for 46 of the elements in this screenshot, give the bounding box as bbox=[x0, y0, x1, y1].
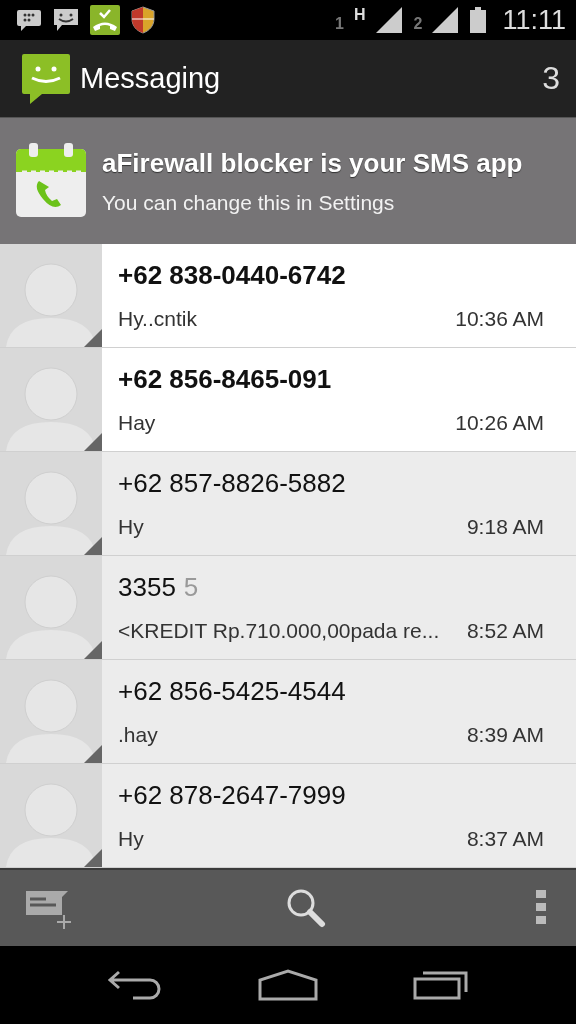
clock: 11:11 bbox=[502, 4, 566, 36]
conversation-row[interactable]: +62 838-0440-6742 Hy..cntik 10:36 AM bbox=[0, 244, 576, 348]
app-icon[interactable] bbox=[22, 53, 70, 104]
message-time: 8:39 AM bbox=[466, 723, 544, 747]
shield-icon bbox=[130, 6, 156, 34]
unread-count: 3 bbox=[542, 60, 560, 97]
message-snippet: Hy bbox=[118, 827, 144, 851]
sim-label: 1 bbox=[335, 15, 344, 33]
message-time: 8:52 AM bbox=[466, 619, 544, 643]
message-time: 8:37 AM bbox=[466, 827, 544, 851]
missed-call-icon bbox=[90, 5, 120, 35]
signal-icon bbox=[432, 7, 461, 33]
contact-name: +62 856-5425-4544 bbox=[118, 676, 346, 707]
app-title: Messaging bbox=[80, 62, 222, 95]
signal-icon bbox=[375, 7, 404, 33]
calendar-phone-icon bbox=[14, 143, 88, 219]
conversation-row[interactable]: +62 856-8465-091 Hay 10:26 AM bbox=[0, 348, 576, 452]
contact-name: +62 878-2647-7999 bbox=[118, 780, 346, 811]
message-time: 10:36 AM bbox=[455, 307, 544, 331]
message-time: 9:18 AM bbox=[466, 515, 544, 539]
smiley-message-icon bbox=[52, 7, 80, 33]
contact-name: +62 857-8826-5882 bbox=[118, 468, 346, 499]
banner-subtitle: You can change this in Settings bbox=[102, 190, 396, 215]
message-snippet: .hay bbox=[118, 723, 158, 747]
bbm-icon bbox=[16, 8, 42, 32]
conversation-row[interactable]: +62 856-5425-4544 .hay 8:39 AM bbox=[0, 660, 576, 764]
message-time: 10:26 AM bbox=[455, 411, 544, 435]
home-icon[interactable] bbox=[258, 969, 318, 1001]
message-snippet: Hy bbox=[118, 515, 144, 539]
contact-name: 3355 bbox=[118, 572, 176, 603]
message-snippet: Hy..cntik bbox=[118, 307, 197, 331]
contact-name: +62 856-8465-091 bbox=[118, 364, 332, 395]
conversation-row[interactable]: +62 857-8826-5882 Hy 9:18 AM bbox=[0, 452, 576, 556]
overflow-menu-icon[interactable] bbox=[536, 890, 546, 926]
sim-label: 2 bbox=[413, 15, 423, 33]
conversation-row[interactable]: +62 878-2647-7999 Hy 8:37 AM bbox=[0, 764, 576, 868]
network-type: H bbox=[353, 6, 366, 24]
conversation-row[interactable]: 3355 5 <KREDIT Rp.710.000,00pada re... 8:52 AM bbox=[0, 556, 576, 660]
contact-name: +62 838-0440-6742 bbox=[118, 260, 346, 291]
message-snippet: Hay bbox=[118, 411, 156, 435]
battery-icon bbox=[470, 7, 487, 33]
message-snippet: <KREDIT Rp.710.000,00pada re... bbox=[118, 619, 440, 643]
search-icon[interactable] bbox=[286, 888, 326, 928]
recent-apps-icon[interactable] bbox=[412, 970, 469, 1000]
banner-title: aFirewall blocker is your SMS app bbox=[102, 147, 523, 179]
message-count: 5 bbox=[183, 572, 199, 603]
